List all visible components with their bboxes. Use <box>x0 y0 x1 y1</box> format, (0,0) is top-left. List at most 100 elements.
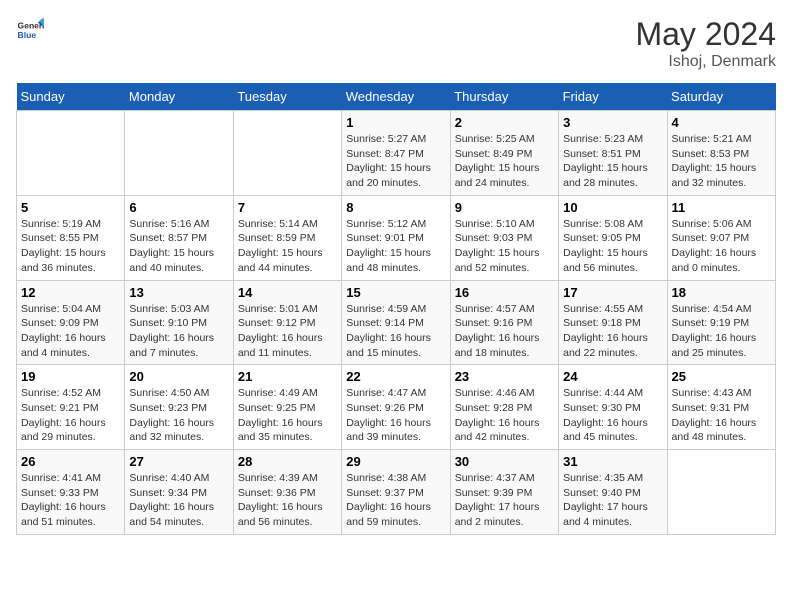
cell-content: Sunrise: 4:50 AM Sunset: 9:23 PM Dayligh… <box>129 386 228 445</box>
header-wednesday: Wednesday <box>342 83 450 111</box>
calendar-cell: 29 Sunrise: 4:38 AM Sunset: 9:37 PM Dayli… <box>342 450 450 535</box>
calendar-cell: 11 Sunrise: 5:06 AM Sunset: 9:07 PM Dayli… <box>667 195 775 280</box>
calendar-cell: 2 Sunrise: 5:25 AM Sunset: 8:49 PM Daylig… <box>450 111 558 196</box>
day-number: 18 <box>672 285 771 300</box>
calendar-cell: 19Sunrise: 4:52 AM Sunset: 9:21 PM Dayli… <box>17 365 125 450</box>
header-row: SundayMondayTuesdayWednesdayThursdayFrid… <box>17 83 776 111</box>
calendar-cell: 31Sunrise: 4:35 AM Sunset: 9:40 PM Dayli… <box>559 450 667 535</box>
calendar-cell: 7 Sunrise: 5:14 AM Sunset: 8:59 PM Daylig… <box>233 195 341 280</box>
day-number: 29 <box>346 454 445 469</box>
day-number: 2 <box>455 115 554 130</box>
header-thursday: Thursday <box>450 83 558 111</box>
cell-content: Sunrise: 4:44 AM Sunset: 9:30 PM Dayligh… <box>563 386 662 445</box>
location-subtitle: Ishoj, Denmark <box>635 53 776 71</box>
header-tuesday: Tuesday <box>233 83 341 111</box>
calendar-cell <box>667 450 775 535</box>
day-number: 26 <box>21 454 120 469</box>
week-row-4: 19Sunrise: 4:52 AM Sunset: 9:21 PM Dayli… <box>17 365 776 450</box>
day-number: 7 <box>238 200 337 215</box>
day-number: 8 <box>346 200 445 215</box>
calendar-cell: 10 Sunrise: 5:08 AM Sunset: 9:05 PM Dayli… <box>559 195 667 280</box>
day-number: 25 <box>672 369 771 384</box>
day-number: 21 <box>238 369 337 384</box>
calendar-cell: 12Sunrise: 5:04 AM Sunset: 9:09 PM Dayli… <box>17 280 125 365</box>
cell-content: Sunrise: 4:39 AM Sunset: 9:36 PM Dayligh… <box>238 471 337 530</box>
cell-content: Sunrise: 5:16 AM Sunset: 8:57 PM Dayligh… <box>129 217 228 276</box>
cell-content: Sunrise: 5:21 AM Sunset: 8:53 PM Dayligh… <box>672 132 771 191</box>
week-row-5: 26 Sunrise: 4:41 AM Sunset: 9:33 PM Dayli… <box>17 450 776 535</box>
cell-content: Sunrise: 5:01 AM Sunset: 9:12 PM Dayligh… <box>238 302 337 361</box>
calendar-cell: 21 Sunrise: 4:49 AM Sunset: 9:25 PM Dayli… <box>233 365 341 450</box>
svg-text:Blue: Blue <box>18 30 37 40</box>
cell-content: Sunrise: 4:57 AM Sunset: 9:16 PM Dayligh… <box>455 302 554 361</box>
day-number: 6 <box>129 200 228 215</box>
calendar-cell: 14Sunrise: 5:01 AM Sunset: 9:12 PM Dayli… <box>233 280 341 365</box>
day-number: 28 <box>238 454 337 469</box>
calendar-cell: 4Sunrise: 5:21 AM Sunset: 8:53 PM Daylig… <box>667 111 775 196</box>
calendar-cell <box>233 111 341 196</box>
day-number: 3 <box>563 115 662 130</box>
cell-content: Sunrise: 4:41 AM Sunset: 9:33 PM Dayligh… <box>21 471 120 530</box>
calendar-cell: 24 Sunrise: 4:44 AM Sunset: 9:30 PM Dayli… <box>559 365 667 450</box>
cell-content: Sunrise: 5:10 AM Sunset: 9:03 PM Dayligh… <box>455 217 554 276</box>
calendar-cell: 20 Sunrise: 4:50 AM Sunset: 9:23 PM Dayli… <box>125 365 233 450</box>
month-year-title: May 2024 <box>635 16 776 53</box>
title-section: May 2024 Ishoj, Denmark <box>635 16 776 71</box>
calendar-table: SundayMondayTuesdayWednesdayThursdayFrid… <box>16 83 776 535</box>
cell-content: Sunrise: 4:43 AM Sunset: 9:31 PM Dayligh… <box>672 386 771 445</box>
calendar-cell: 1Sunrise: 5:27 AM Sunset: 8:47 PM Daylig… <box>342 111 450 196</box>
day-number: 5 <box>21 200 120 215</box>
calendar-cell: 16 Sunrise: 4:57 AM Sunset: 9:16 PM Dayli… <box>450 280 558 365</box>
calendar-cell: 22 Sunrise: 4:47 AM Sunset: 9:26 PM Dayli… <box>342 365 450 450</box>
cell-content: Sunrise: 4:35 AM Sunset: 9:40 PM Dayligh… <box>563 471 662 530</box>
day-number: 1 <box>346 115 445 130</box>
day-number: 10 <box>563 200 662 215</box>
calendar-cell: 15 Sunrise: 4:59 AM Sunset: 9:14 PM Dayli… <box>342 280 450 365</box>
calendar-cell: 18 Sunrise: 4:54 AM Sunset: 9:19 PM Dayli… <box>667 280 775 365</box>
header-sunday: Sunday <box>17 83 125 111</box>
top-section: General Blue May 2024 Ishoj, Denmark <box>16 16 776 71</box>
cell-content: Sunrise: 5:06 AM Sunset: 9:07 PM Dayligh… <box>672 217 771 276</box>
cell-content: Sunrise: 4:52 AM Sunset: 9:21 PM Dayligh… <box>21 386 120 445</box>
day-number: 13 <box>129 285 228 300</box>
cell-content: Sunrise: 5:12 AM Sunset: 9:01 PM Dayligh… <box>346 217 445 276</box>
calendar-cell: 13Sunrise: 5:03 AM Sunset: 9:10 PM Dayli… <box>125 280 233 365</box>
logo: General Blue <box>16 16 44 44</box>
cell-content: Sunrise: 5:19 AM Sunset: 8:55 PM Dayligh… <box>21 217 120 276</box>
cell-content: Sunrise: 4:47 AM Sunset: 9:26 PM Dayligh… <box>346 386 445 445</box>
calendar-cell: 27 Sunrise: 4:40 AM Sunset: 9:34 PM Dayli… <box>125 450 233 535</box>
calendar-body: 1Sunrise: 5:27 AM Sunset: 8:47 PM Daylig… <box>17 111 776 535</box>
day-number: 11 <box>672 200 771 215</box>
day-number: 16 <box>455 285 554 300</box>
cell-content: Sunrise: 4:59 AM Sunset: 9:14 PM Dayligh… <box>346 302 445 361</box>
cell-content: Sunrise: 5:25 AM Sunset: 8:49 PM Dayligh… <box>455 132 554 191</box>
calendar-cell <box>125 111 233 196</box>
day-number: 15 <box>346 285 445 300</box>
calendar-cell: 8 Sunrise: 5:12 AM Sunset: 9:01 PM Daylig… <box>342 195 450 280</box>
calendar-cell: 26 Sunrise: 4:41 AM Sunset: 9:33 PM Dayli… <box>17 450 125 535</box>
day-number: 20 <box>129 369 228 384</box>
week-row-3: 12Sunrise: 5:04 AM Sunset: 9:09 PM Dayli… <box>17 280 776 365</box>
cell-content: Sunrise: 4:49 AM Sunset: 9:25 PM Dayligh… <box>238 386 337 445</box>
cell-content: Sunrise: 5:08 AM Sunset: 9:05 PM Dayligh… <box>563 217 662 276</box>
cell-content: Sunrise: 5:14 AM Sunset: 8:59 PM Dayligh… <box>238 217 337 276</box>
day-number: 24 <box>563 369 662 384</box>
calendar-cell: 6 Sunrise: 5:16 AM Sunset: 8:57 PM Daylig… <box>125 195 233 280</box>
day-number: 27 <box>129 454 228 469</box>
cell-content: Sunrise: 4:38 AM Sunset: 9:37 PM Dayligh… <box>346 471 445 530</box>
day-number: 23 <box>455 369 554 384</box>
calendar-cell: 30Sunrise: 4:37 AM Sunset: 9:39 PM Dayli… <box>450 450 558 535</box>
calendar-cell: 3 Sunrise: 5:23 AM Sunset: 8:51 PM Daylig… <box>559 111 667 196</box>
day-number: 17 <box>563 285 662 300</box>
calendar-cell: 5 Sunrise: 5:19 AM Sunset: 8:55 PM Daylig… <box>17 195 125 280</box>
generalblue-logo-icon: General Blue <box>16 16 44 44</box>
week-row-1: 1Sunrise: 5:27 AM Sunset: 8:47 PM Daylig… <box>17 111 776 196</box>
calendar-cell: 23 Sunrise: 4:46 AM Sunset: 9:28 PM Dayli… <box>450 365 558 450</box>
header-monday: Monday <box>125 83 233 111</box>
cell-content: Sunrise: 4:54 AM Sunset: 9:19 PM Dayligh… <box>672 302 771 361</box>
cell-content: Sunrise: 4:55 AM Sunset: 9:18 PM Dayligh… <box>563 302 662 361</box>
cell-content: Sunrise: 4:46 AM Sunset: 9:28 PM Dayligh… <box>455 386 554 445</box>
cell-content: Sunrise: 4:40 AM Sunset: 9:34 PM Dayligh… <box>129 471 228 530</box>
cell-content: Sunrise: 5:23 AM Sunset: 8:51 PM Dayligh… <box>563 132 662 191</box>
day-number: 22 <box>346 369 445 384</box>
